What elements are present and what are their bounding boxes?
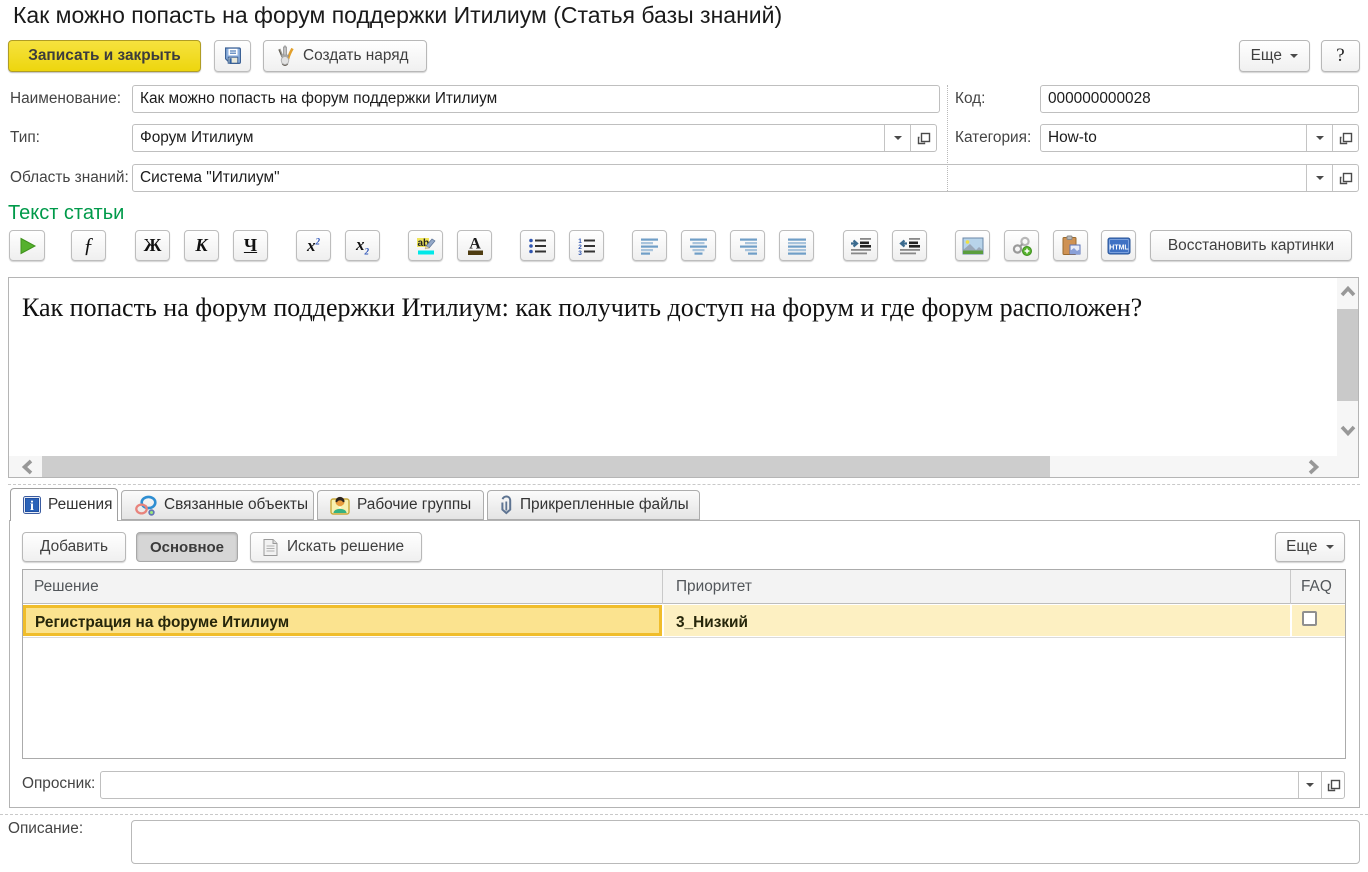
svg-text:i: i <box>30 499 34 514</box>
svg-text:3: 3 <box>578 250 582 255</box>
svg-text:HTML: HTML <box>1109 244 1129 251</box>
svg-text:A: A <box>469 235 481 252</box>
